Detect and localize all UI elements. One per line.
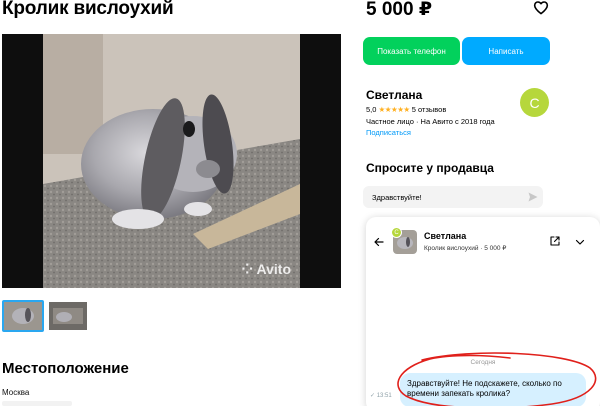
ask-seller-input[interactable]: Здравствуйте!	[363, 186, 543, 208]
photo-letterbox-right	[300, 34, 341, 288]
subscribe-link[interactable]: Подписаться	[366, 128, 411, 137]
thumbnail-1-image	[4, 302, 42, 330]
seller-rating[interactable]: 5,0 ★★★★★ 5 отзывов	[366, 105, 446, 114]
ask-seller-heading: Спросите у продавца	[366, 161, 494, 175]
seller-type: Частное лицо · На Авито с 2018 года	[366, 117, 495, 126]
ask-seller-message: Здравствуйте!	[372, 193, 422, 202]
write-button[interactable]: Написать	[462, 37, 550, 65]
rating-value: 5,0	[366, 105, 377, 114]
location-address-placeholder	[2, 401, 72, 406]
chat-contact-avatar: С	[391, 227, 402, 238]
external-link-icon[interactable]	[549, 235, 561, 247]
chevron-down-icon[interactable]	[574, 236, 586, 248]
rabbit-photo	[43, 34, 300, 288]
thumbnail-1[interactable]	[2, 300, 44, 332]
listing-title: Кролик вислоухий	[2, 0, 174, 19]
chat-item-title: Кролик вислоухий · 5 000 ₽	[424, 245, 507, 252]
main-photo[interactable]: ⁘ Avito	[2, 34, 341, 288]
show-phone-button[interactable]: Показать телефон	[363, 37, 460, 65]
arrow-left-icon[interactable]	[373, 236, 385, 248]
message-time: ✓ 13:51	[370, 393, 392, 399]
chat-day-divider: Сегодня	[470, 359, 496, 366]
seller-avatar[interactable]: С	[520, 88, 549, 117]
photo-thumbnails	[2, 300, 89, 332]
location-heading: Местоположение	[2, 360, 129, 377]
rating-stars: ★★★★★	[378, 105, 411, 114]
location-city: Москва	[2, 388, 30, 397]
reviews-count: 5 отзывов	[411, 105, 447, 114]
thumbnail-2[interactable]	[47, 300, 89, 332]
heart-icon[interactable]	[533, 0, 549, 16]
chat-window: С Светлана Кролик вислоухий · 5 000 ₽ Се…	[366, 217, 600, 406]
photo-letterbox-left	[2, 34, 43, 288]
chat-message: Здравствуйте! Не подскажете, сколько по …	[400, 373, 586, 406]
avito-watermark: ⁘ Avito	[241, 261, 291, 277]
seller-name[interactable]: Светлана	[366, 88, 422, 102]
listing-price: 5 000 ₽	[366, 0, 433, 20]
send-icon[interactable]	[527, 191, 539, 203]
thumbnail-2-image	[49, 302, 87, 330]
chat-contact-name: Светлана	[424, 231, 467, 241]
